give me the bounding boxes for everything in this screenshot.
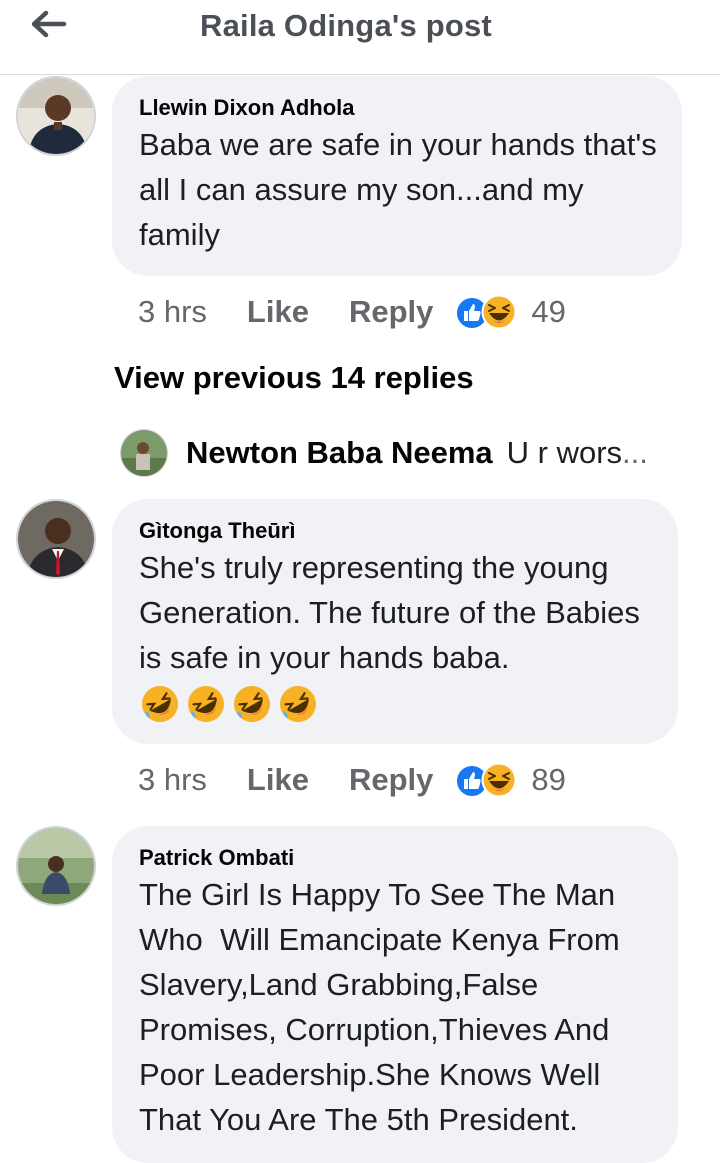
comment-author[interactable]: Patrick Ombati: [139, 844, 678, 872]
reply-avatar[interactable]: [120, 429, 168, 477]
reaction-icons[interactable]: [455, 762, 519, 798]
comment-author[interactable]: Gìtonga Theūrì: [139, 517, 678, 545]
comment-actions: 3 hrs Like Reply 49: [138, 292, 566, 332]
like-button[interactable]: Like: [247, 294, 309, 330]
avatar[interactable]: [16, 76, 96, 156]
view-previous-replies-link[interactable]: View previous 14 replies: [114, 360, 474, 396]
comment-bubble: Gìtonga Theūrì She's truly representing …: [112, 499, 678, 744]
haha-reaction-icon: [481, 294, 517, 330]
reaction-count[interactable]: 89: [531, 762, 565, 798]
avatar[interactable]: [16, 826, 96, 906]
comment-actions: 3 hrs Like Reply 89: [138, 760, 566, 800]
reply-preview[interactable]: Newton Baba Neema U r wors ...: [120, 428, 648, 478]
like-button[interactable]: Like: [247, 762, 309, 798]
comment-bubble: Patrick Ombati The Girl Is Happy To See …: [112, 826, 678, 1163]
rolling-on-floor-laughing-emoji: [142, 686, 178, 722]
reaction-icons[interactable]: [455, 294, 519, 330]
comment-text: Baba we are safe in your hands that's al…: [139, 127, 666, 252]
comment-text: She's truly representing the young Gener…: [139, 550, 649, 675]
comment-author[interactable]: Llewin Dixon Adhola: [139, 94, 682, 122]
back-arrow-icon[interactable]: [28, 8, 68, 40]
reply-button[interactable]: Reply: [349, 294, 433, 330]
reply-ellipsis: ...: [622, 435, 648, 470]
rolling-on-floor-laughing-emoji: [280, 686, 316, 722]
comment-text: The Girl Is Happy To See The Man Who Wil…: [139, 877, 629, 1137]
comment-time[interactable]: 3 hrs: [138, 762, 207, 798]
avatar[interactable]: [16, 499, 96, 579]
top-bar: Raila Odinga's post: [0, 0, 720, 75]
reply-snippet: U r wors: [506, 435, 623, 470]
haha-reaction-icon: [481, 762, 517, 798]
reply-button[interactable]: Reply: [349, 762, 433, 798]
emoji-row: [139, 682, 678, 726]
comment-bubble: Llewin Dixon Adhola Baba we are safe in …: [112, 76, 682, 276]
reaction-count[interactable]: 49: [531, 294, 565, 330]
rolling-on-floor-laughing-emoji: [188, 686, 224, 722]
page-title: Raila Odinga's post: [200, 8, 492, 43]
rolling-on-floor-laughing-emoji: [234, 686, 270, 722]
comment-time[interactable]: 3 hrs: [138, 294, 207, 330]
reply-author: Newton Baba Neema: [186, 435, 493, 470]
